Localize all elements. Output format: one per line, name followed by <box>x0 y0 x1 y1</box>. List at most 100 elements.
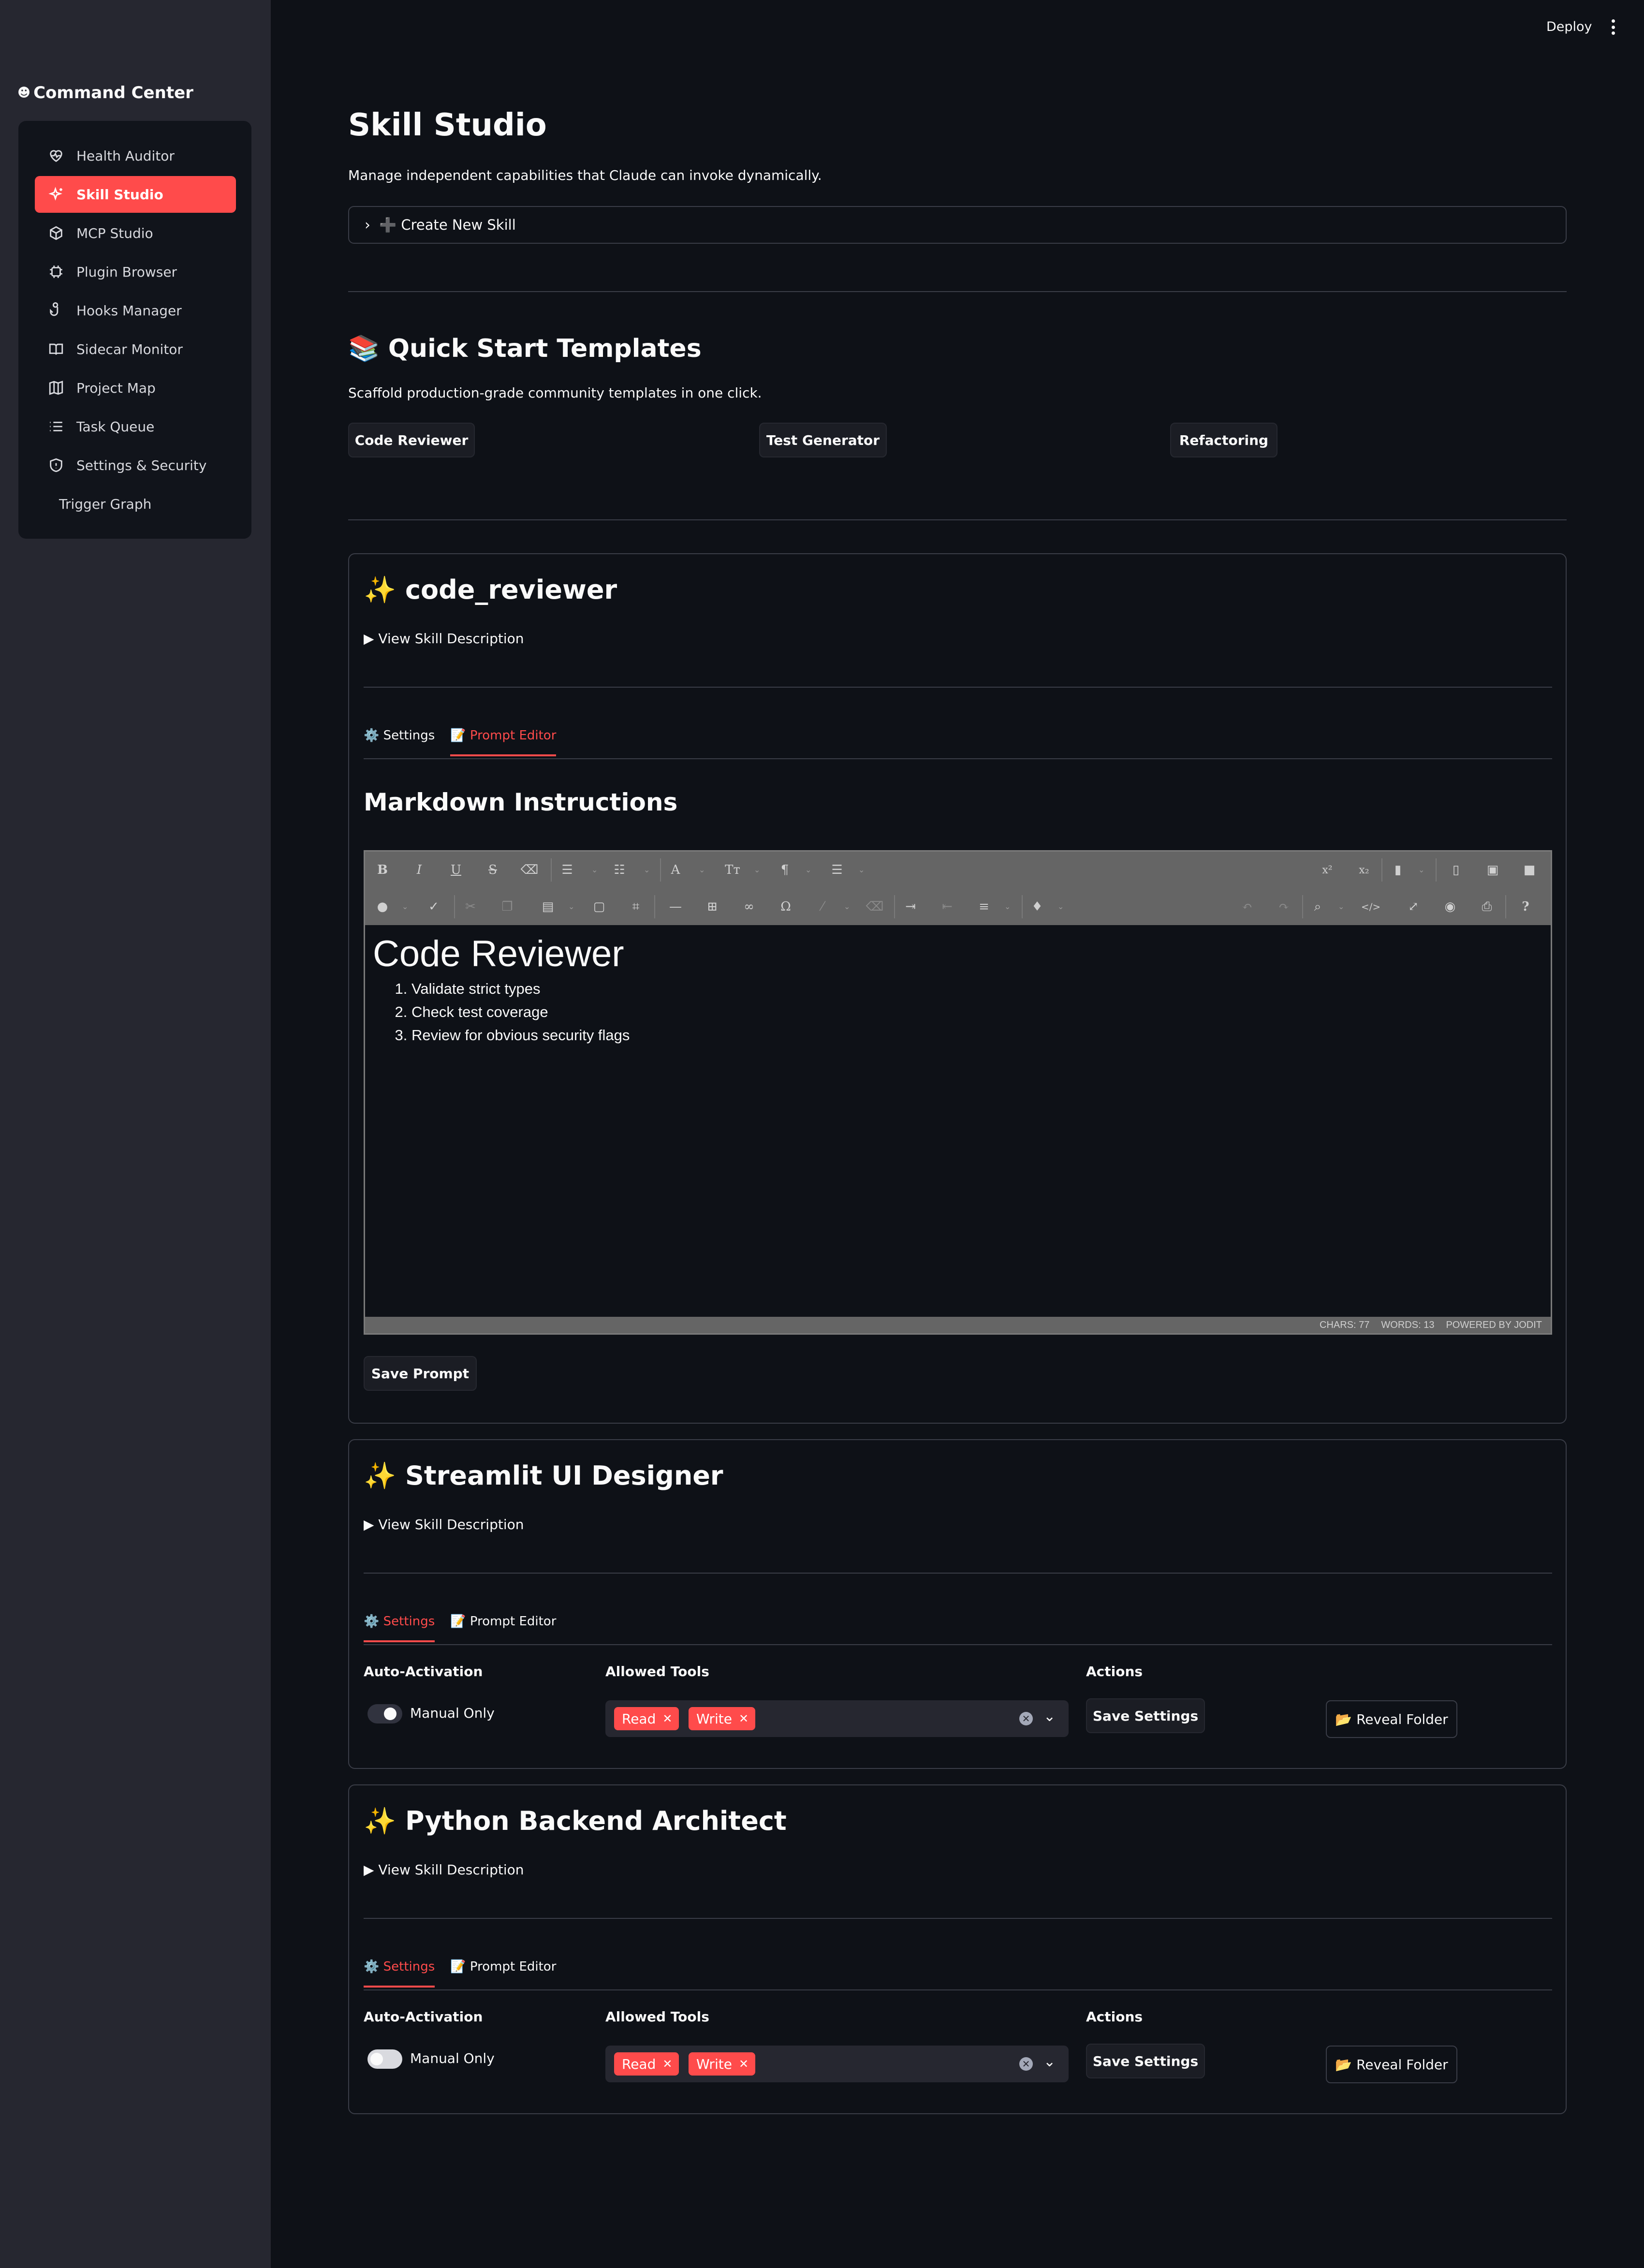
chevron-down-icon[interactable]: ⌄ <box>1338 902 1346 911</box>
align-icon[interactable]: ≡ <box>975 898 993 915</box>
view-description-toggle[interactable]: ▶ View Skill Description <box>364 631 524 647</box>
chevron-down-icon[interactable]: ⌄ <box>858 865 866 874</box>
link-icon[interactable]: ∞ <box>740 898 758 915</box>
bullet-list-icon[interactable]: ☰ <box>558 861 576 879</box>
help-icon[interactable]: ? <box>1517 898 1534 915</box>
search-icon[interactable]: ⌕ <box>1309 898 1326 915</box>
editor-content[interactable]: Code Reviewer Validate strict types Chec… <box>373 934 1533 1047</box>
table-icon[interactable]: ⊞ <box>704 898 721 915</box>
template-refactoring-button[interactable]: Refactoring <box>1170 423 1277 457</box>
italic-icon[interactable]: I <box>411 861 428 879</box>
strikethrough-icon[interactable]: S <box>484 861 501 879</box>
format-painter-icon[interactable]: ⌗ <box>627 898 645 915</box>
bold-icon[interactable]: B <box>374 861 391 879</box>
sidebar-item-skill-studio[interactable]: Skill Studio <box>35 176 236 213</box>
image-icon[interactable]: ▣ <box>1484 861 1501 879</box>
save-settings-button[interactable]: Save Settings <box>1086 1698 1205 1733</box>
cut-icon[interactable]: ✂ <box>462 898 479 915</box>
tool-chip[interactable]: Read ✕ <box>614 1707 679 1730</box>
chevron-down-icon[interactable]: ⌄ <box>568 902 576 911</box>
sidebar-item-sidecar-monitor[interactable]: Sidecar Monitor <box>35 331 236 368</box>
chevron-down-icon[interactable]: ⌄ <box>1057 902 1065 911</box>
chevron-down-icon[interactable]: ⌄ <box>1043 1708 1056 1725</box>
sidebar-item-project-map[interactable]: Project Map <box>35 369 236 406</box>
view-description-toggle[interactable]: ▶ View Skill Description <box>364 1862 524 1878</box>
view-description-toggle[interactable]: ▶ View Skill Description <box>364 1517 524 1532</box>
numbered-list-icon[interactable]: ☷ <box>611 861 628 879</box>
document-icon[interactable]: ▯ <box>1447 861 1465 879</box>
template-code-reviewer-button[interactable]: Code Reviewer <box>348 423 475 457</box>
sidebar-item-trigger-graph[interactable]: Trigger Graph <box>35 486 236 522</box>
allowed-tools-select[interactable]: Read ✕ Write ✕ ✕ ⌄ <box>605 1700 1069 1737</box>
horizontal-rule-icon[interactable]: — <box>667 898 684 915</box>
tab-prompt-editor[interactable]: 📝 Prompt Editor <box>450 1959 556 1987</box>
tab-prompt-editor[interactable]: 📝 Prompt Editor <box>450 728 557 756</box>
select-all-icon[interactable]: ▢ <box>590 898 608 915</box>
reveal-folder-button[interactable]: 📂 Reveal Folder <box>1326 2046 1457 2083</box>
outdent-icon[interactable]: ⇤ <box>939 898 956 915</box>
font-icon[interactable]: A <box>667 861 684 879</box>
paste-icon[interactable]: ▤ <box>539 898 557 915</box>
tab-prompt-editor[interactable]: 📝 Prompt Editor <box>450 1614 556 1641</box>
remove-icon[interactable]: ✕ <box>662 1712 672 1725</box>
remove-icon[interactable]: ✕ <box>739 1712 749 1725</box>
chevron-down-icon[interactable]: ⌄ <box>1418 865 1426 874</box>
undo-icon[interactable]: ↶ <box>1238 898 1256 915</box>
chevron-down-icon[interactable]: ⌄ <box>1004 902 1012 911</box>
chevron-down-icon[interactable]: ⌄ <box>805 865 813 874</box>
sidebar-item-hooks-manager[interactable]: Hooks Manager <box>35 292 236 329</box>
erase-icon[interactable]: ⌫ <box>866 898 884 915</box>
chevron-down-icon[interactable]: ⌄ <box>844 902 851 911</box>
file-icon[interactable]: ▮ <box>1389 861 1407 879</box>
subscript-icon[interactable]: x₂ <box>1355 861 1373 879</box>
sidebar-item-settings-security[interactable]: Settings & Security <box>35 447 236 484</box>
sidebar-item-task-queue[interactable]: Task Queue <box>35 408 236 445</box>
remove-icon[interactable]: ✕ <box>739 2057 749 2071</box>
source-code-icon[interactable]: </> <box>1361 898 1380 915</box>
powered-by[interactable]: POWERED BY JODIT <box>1446 1320 1542 1331</box>
eraser-icon[interactable]: ⌫ <box>521 861 539 879</box>
allowed-tools-select[interactable]: Read ✕ Write ✕ ✕ ⌄ <box>605 2046 1069 2082</box>
save-settings-button[interactable]: Save Settings <box>1086 2044 1205 2078</box>
paragraph-icon[interactable]: ¶ <box>776 861 793 879</box>
indent-icon[interactable]: ⇥ <box>902 898 919 915</box>
sidebar-item-plugin-browser[interactable]: Plugin Browser <box>35 253 236 290</box>
tool-chip[interactable]: Write ✕ <box>689 2052 756 2076</box>
video-icon[interactable]: ■ <box>1521 861 1538 879</box>
line-height-icon[interactable]: ☰ <box>828 861 846 879</box>
tool-chip[interactable]: Write ✕ <box>689 1707 756 1730</box>
tab-settings[interactable]: ⚙️ Settings <box>364 1959 435 1988</box>
redo-icon[interactable]: ↷ <box>1275 898 1292 915</box>
print-icon[interactable]: ⎙ <box>1478 898 1496 915</box>
more-menu-icon[interactable] <box>1608 17 1618 37</box>
color-drop-icon[interactable]: ♦ <box>1028 898 1046 915</box>
chevron-down-icon[interactable]: ⌄ <box>644 865 651 874</box>
chevron-down-icon[interactable]: ⌄ <box>591 865 599 874</box>
superscript-icon[interactable]: x² <box>1319 861 1336 879</box>
reveal-folder-button[interactable]: 📂 Reveal Folder <box>1326 1700 1457 1738</box>
preview-eye-icon[interactable]: ◉ <box>1441 898 1459 915</box>
remove-icon[interactable]: ✕ <box>662 2057 672 2071</box>
copy-icon[interactable]: ❐ <box>499 898 516 915</box>
chevron-down-icon[interactable]: ⌄ <box>402 902 410 911</box>
template-test-generator-button[interactable]: Test Generator <box>759 423 887 457</box>
chevron-down-icon[interactable]: ⌄ <box>754 865 762 874</box>
chevron-down-icon[interactable]: ⌄ <box>1043 2053 1056 2070</box>
clear-icon[interactable]: ✕ <box>1019 2057 1033 2071</box>
special-char-icon[interactable]: Ω <box>777 898 794 915</box>
tab-settings[interactable]: ⚙️ Settings <box>364 1614 435 1642</box>
save-prompt-button[interactable]: Save Prompt <box>364 1356 477 1391</box>
sidebar-item-health-auditor[interactable]: Health Auditor <box>35 137 236 174</box>
deploy-button[interactable]: Deploy <box>1546 19 1592 34</box>
chevron-down-icon[interactable]: ⌄ <box>699 865 706 874</box>
create-skill-expander[interactable]: › ➕ Create New Skill <box>348 206 1567 244</box>
sidebar-item-mcp-studio[interactable]: MCP Studio <box>35 215 236 251</box>
magic-wand-icon[interactable]: ⁄ <box>814 898 831 915</box>
fullscreen-icon[interactable]: ⤢ <box>1405 898 1422 915</box>
clear-icon[interactable]: ✕ <box>1019 1712 1033 1725</box>
spellcheck-icon[interactable]: ✓ <box>425 898 442 915</box>
font-size-icon[interactable]: Tт <box>724 861 741 879</box>
underline-icon[interactable]: U <box>447 861 465 879</box>
auto-activation-toggle[interactable] <box>367 2049 402 2069</box>
auto-activation-toggle[interactable] <box>367 1704 402 1723</box>
